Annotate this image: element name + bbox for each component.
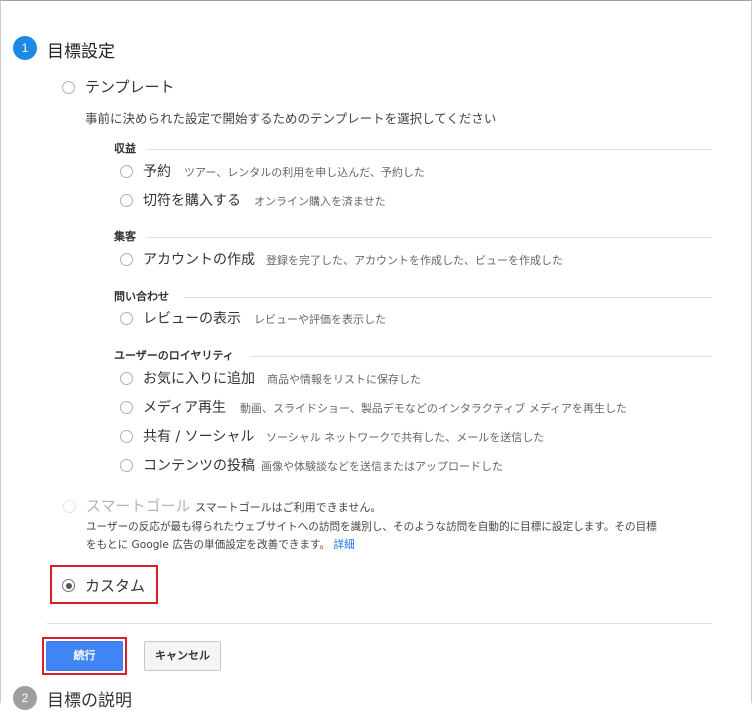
- template-option-label[interactable]: 切符を購入する: [143, 190, 241, 210]
- smart-goal-note: をもとに Google 広告の単価設定を改善できます。 詳細: [86, 537, 355, 552]
- template-option-label[interactable]: レビューの表示: [143, 308, 241, 328]
- template-option-radio[interactable]: [120, 372, 133, 385]
- template-option-radio[interactable]: [120, 165, 133, 178]
- template-option-radio[interactable]: [120, 401, 133, 414]
- divider: [184, 297, 712, 298]
- category-loyalty: ユーザーのロイヤリティ: [114, 349, 234, 362]
- smart-goal-label: スマートゴール: [86, 497, 191, 515]
- cancel-button[interactable]: キャンセル: [144, 641, 221, 671]
- template-option-desc: レビューや評価を表示した: [254, 313, 386, 326]
- divider: [47, 623, 712, 624]
- smart-goal-note: ユーザーの反応が最も得られたウェブサイトへの訪問を識別し、そのような訪問を自動的…: [86, 521, 657, 533]
- template-description: 事前に決められた設定で開始するためのテンプレートを選択してください: [85, 111, 497, 126]
- smart-goal-radio: [63, 500, 76, 513]
- template-option-label[interactable]: アカウントの作成: [143, 249, 255, 269]
- step-1-title: 目標設定: [47, 42, 115, 62]
- template-label[interactable]: テンプレート: [85, 76, 175, 97]
- template-option-desc: ソーシャル ネットワークで共有した、メールを送信した: [266, 431, 545, 444]
- template-option-radio[interactable]: [120, 312, 133, 325]
- template-option-desc: ツアー、レンタルの利用を申し込んだ、予約した: [184, 166, 425, 179]
- category-revenue: 収益: [114, 142, 136, 155]
- divider: [250, 356, 712, 357]
- step-2-badge: 2: [13, 686, 37, 710]
- template-option-radio[interactable]: [120, 459, 133, 472]
- template-option-label[interactable]: お気に入りに追加: [143, 368, 255, 388]
- category-acquisition: 集客: [114, 230, 136, 243]
- divider: [146, 237, 712, 238]
- template-option-desc: 商品や情報をリストに保存した: [267, 373, 421, 386]
- smart-goal-note-text: をもとに Google 広告の単価設定を改善できます。: [86, 539, 331, 551]
- template-option-label[interactable]: メディア再生: [143, 397, 226, 417]
- template-option-desc: 動画、スライドショー、製品デモなどのインタラクティブ メディアを再生した: [240, 402, 627, 415]
- step-1-badge: 1: [13, 36, 37, 60]
- template-option-desc: 登録を完了した、アカウントを作成した、ビューを作成した: [266, 254, 563, 267]
- template-option-desc: オンライン購入を済ませた: [254, 195, 386, 208]
- details-link[interactable]: 詳細: [333, 539, 354, 551]
- custom-label[interactable]: カスタム: [85, 575, 145, 596]
- template-option-label[interactable]: 共有 / ソーシャル: [143, 426, 254, 446]
- template-option-label[interactable]: 予約: [143, 161, 171, 181]
- custom-radio[interactable]: [62, 579, 75, 592]
- template-option-label[interactable]: コンテンツの投稿: [143, 455, 255, 475]
- template-option-desc: 画像や体験談などを送信またはアップロードした: [261, 460, 503, 473]
- step-2-title: 目標の説明: [47, 691, 132, 711]
- divider: [146, 149, 712, 150]
- template-option-radio[interactable]: [120, 194, 133, 207]
- template-option-radio[interactable]: [120, 430, 133, 443]
- template-option-radio[interactable]: [120, 253, 133, 266]
- category-inquiry: 問い合わせ: [114, 290, 169, 303]
- smart-goal-unavailable: スマートゴールはご利用できません。: [195, 501, 382, 514]
- continue-button[interactable]: 続行: [46, 641, 123, 671]
- template-radio[interactable]: [62, 81, 75, 94]
